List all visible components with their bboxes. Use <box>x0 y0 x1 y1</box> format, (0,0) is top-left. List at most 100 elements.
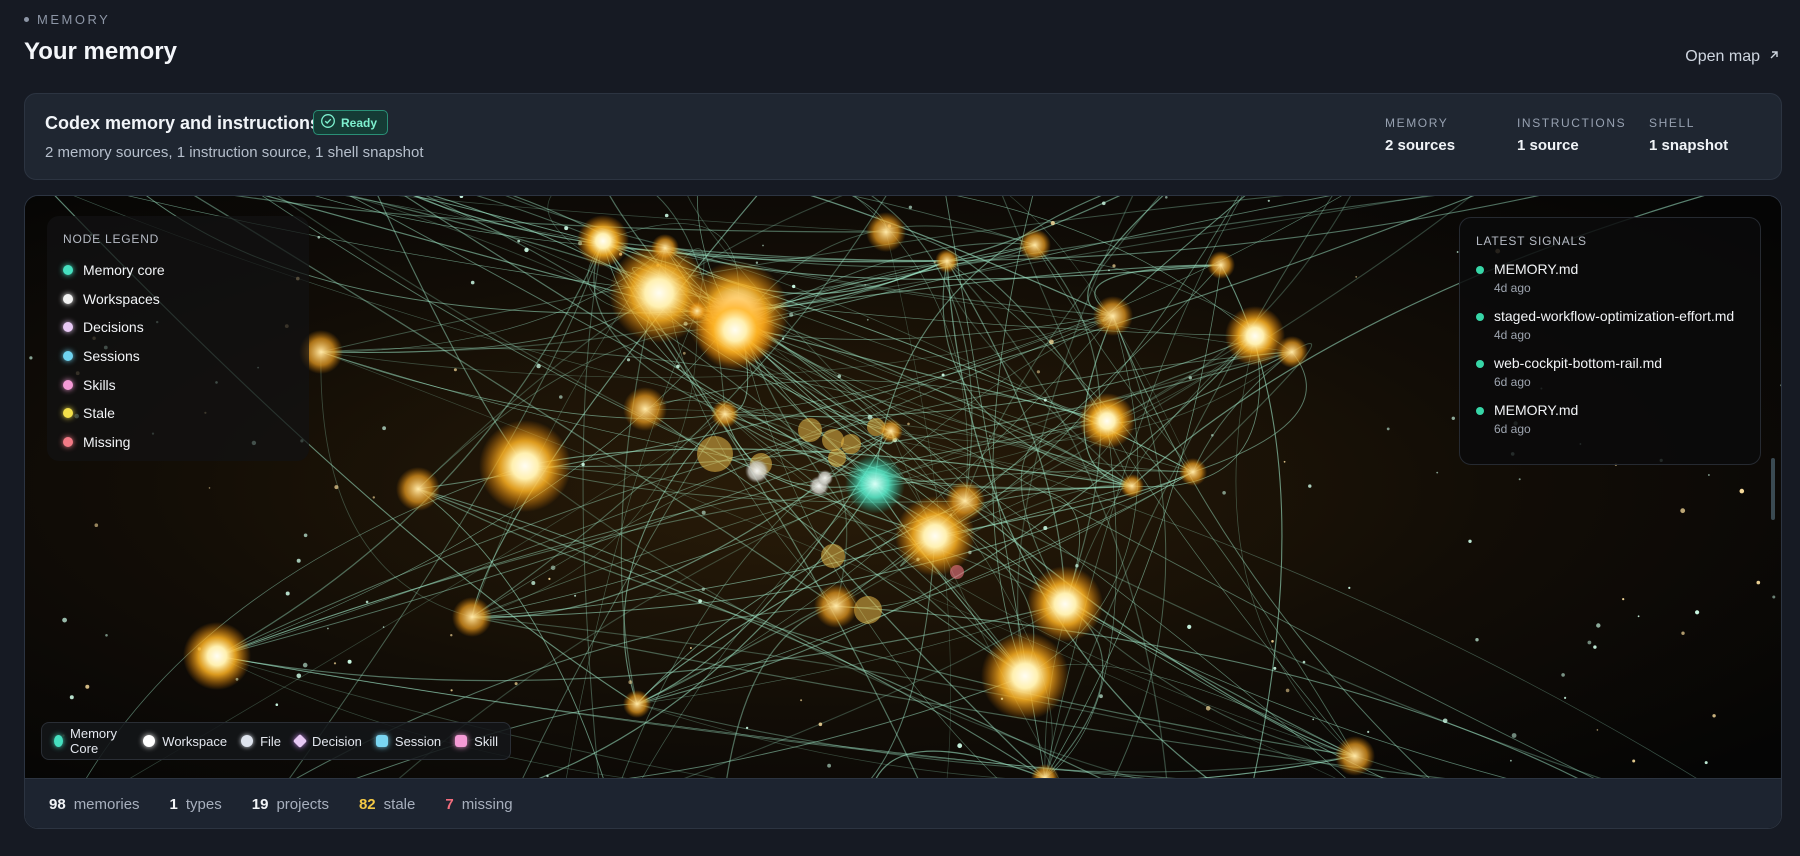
graph-node[interactable] <box>1179 458 1207 486</box>
legend-label: Memory core <box>83 262 165 279</box>
graph-particle <box>1695 610 1700 615</box>
graph-particle <box>676 364 680 369</box>
stat-label: memories <box>73 796 140 813</box>
graph-particle <box>698 599 702 603</box>
graph-node-stale[interactable] <box>821 544 845 568</box>
graph-node-workspace[interactable] <box>817 470 833 486</box>
stat-stale: 82 stale <box>359 796 415 813</box>
graph-particle <box>285 591 290 596</box>
open-map-link[interactable]: Open map <box>1685 48 1780 66</box>
graph-node[interactable] <box>814 584 858 628</box>
graph-particle <box>514 682 518 686</box>
graph-node[interactable] <box>623 690 651 718</box>
graph-node[interactable] <box>183 622 251 690</box>
graph-node-memory-core[interactable] <box>845 454 905 514</box>
decision-dot-icon <box>63 322 73 333</box>
graph-node[interactable] <box>981 632 1069 720</box>
graph-particle <box>105 634 108 637</box>
signal-item[interactable]: staged-workflow-optimization-effort.md 4… <box>1476 308 1744 342</box>
type-legend-skill: Skill <box>455 734 498 749</box>
graph-particle <box>548 577 551 580</box>
graph-particle <box>1596 729 1599 731</box>
legend-item-memory-core: Memory core <box>63 256 293 285</box>
signal-item[interactable]: web-cockpit-bottom-rail.md 6d ago <box>1476 355 1744 389</box>
signal-time: 4d ago <box>1494 281 1531 295</box>
graph-node[interactable] <box>623 387 667 431</box>
graph-particle <box>1367 730 1370 734</box>
graph-node[interactable] <box>879 419 903 443</box>
signal-item[interactable]: MEMORY.md 6d ago <box>1476 402 1744 436</box>
graph-particle <box>334 485 339 490</box>
graph-node[interactable] <box>577 215 629 267</box>
graph-particle <box>1593 645 1597 649</box>
graph-node-stale[interactable] <box>798 418 822 442</box>
type-legend-workspace: Workspace <box>143 734 227 749</box>
graph-node[interactable] <box>396 467 440 511</box>
graph-node[interactable] <box>711 400 739 428</box>
status-badge: Ready <box>313 110 389 135</box>
skill-square-icon <box>455 735 468 747</box>
stat-missing: 7 missing <box>445 796 512 813</box>
graph-node[interactable] <box>1079 393 1135 449</box>
graph-particle <box>1680 508 1686 514</box>
graph-node[interactable] <box>651 234 679 262</box>
graph-particle <box>1355 276 1358 278</box>
graph-node[interactable] <box>1335 736 1375 776</box>
graph-node[interactable] <box>1120 474 1144 498</box>
graph-node-stale[interactable] <box>697 436 733 472</box>
graph-particle <box>517 239 521 243</box>
stat-shell: SHELL 1 snapshot <box>1649 116 1728 154</box>
graph-particle <box>1188 376 1193 380</box>
graph-node[interactable] <box>1276 336 1308 368</box>
graph-particle <box>800 699 803 702</box>
stat-count: 98 <box>49 796 66 813</box>
graph-particle <box>827 763 831 768</box>
stat-label: INSTRUCTIONS <box>1517 116 1627 130</box>
graph-node[interactable] <box>1027 566 1103 642</box>
graph-scrollbar[interactable] <box>1771 458 1775 520</box>
graph-particle <box>303 533 308 538</box>
eyebrow-dot <box>24 17 29 22</box>
graph-node[interactable] <box>945 481 985 521</box>
graph-particle <box>546 774 549 778</box>
graph-node-stale[interactable] <box>822 429 844 451</box>
graph-node[interactable] <box>695 290 775 370</box>
workspace-dot-icon <box>63 293 73 304</box>
stat-label: missing <box>461 796 513 813</box>
graph-node[interactable] <box>1207 251 1235 279</box>
graph-node-workspace[interactable] <box>745 459 769 483</box>
signal-time: 4d ago <box>1494 328 1531 342</box>
graph-node[interactable] <box>687 301 707 321</box>
graph-node-stale[interactable] <box>854 596 882 624</box>
graph-node-missing[interactable] <box>950 565 964 579</box>
legend-item-missing: Missing <box>63 428 293 457</box>
graph-particle <box>1165 196 1168 199</box>
graph-node[interactable] <box>935 249 959 273</box>
graph-particle <box>755 261 759 264</box>
graph-particle <box>1043 398 1047 402</box>
graph-particle <box>1222 491 1226 495</box>
graph-particle <box>1102 201 1106 206</box>
graph-node[interactable] <box>452 597 492 637</box>
graph-particle <box>1518 478 1521 481</box>
signal-item[interactable]: MEMORY.md 4d ago <box>1476 261 1744 295</box>
graph-node[interactable] <box>866 212 906 252</box>
graph-node[interactable] <box>479 420 571 512</box>
graph-node-stale[interactable] <box>828 449 846 467</box>
graph-particle <box>1267 199 1270 202</box>
signal-time: 6d ago <box>1494 422 1531 436</box>
legend-item-decisions: Decisions <box>63 313 293 342</box>
graph-node[interactable] <box>1093 296 1133 336</box>
latest-signals-panel: LATEST SIGNALS MEMORY.md 4d ago staged-w… <box>1459 217 1761 465</box>
signal-name: staged-workflow-optimization-effort.md <box>1494 308 1735 324</box>
graph-particle <box>941 373 945 377</box>
graph-particle <box>1475 638 1479 642</box>
signal-time: 6d ago <box>1494 375 1531 389</box>
type-legend-label: Memory Core <box>70 726 117 756</box>
graph-node-stale[interactable] <box>841 434 861 454</box>
signal-name: MEMORY.md <box>1494 261 1579 277</box>
graph-node[interactable] <box>1225 306 1285 366</box>
graph-node[interactable] <box>1019 229 1051 261</box>
stat-value: 1 source <box>1517 137 1579 154</box>
stat-memories: 98 memories <box>49 796 140 813</box>
